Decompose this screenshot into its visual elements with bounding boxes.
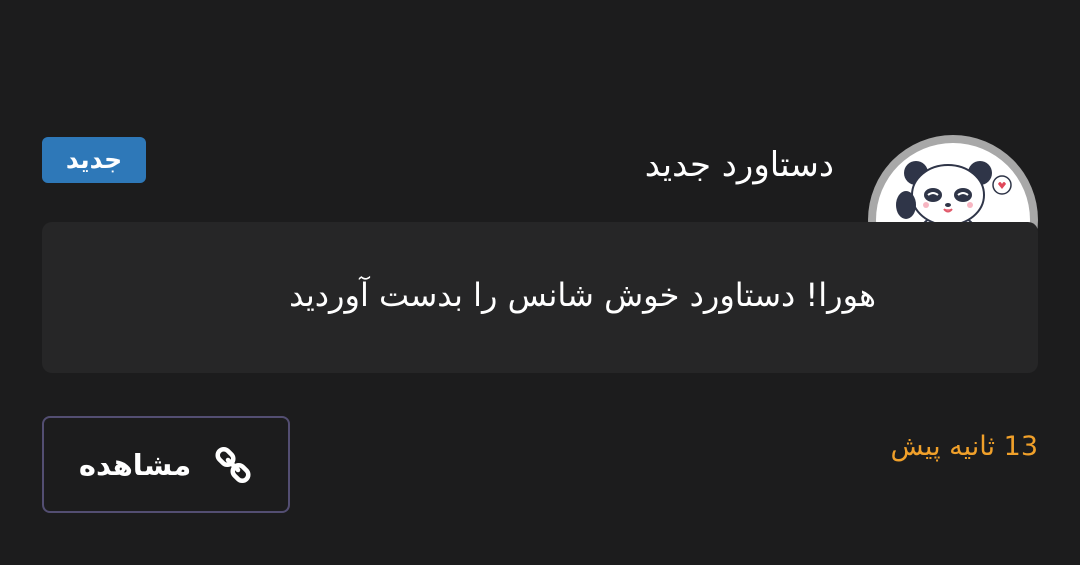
view-button[interactable]: مشاهده: [42, 416, 290, 513]
new-badge: جدید: [42, 137, 146, 183]
notification-message: هورا! دستاورد خوش شانس را بدست آوردید: [289, 276, 876, 314]
timestamp: 13 ثانیه پیش: [890, 431, 1039, 462]
achievement-notification: دستاورد جدید جدید هورا! دستاورد خوش شانس…: [0, 0, 1080, 565]
notification-title: دستاورد جدید: [644, 145, 834, 185]
link-icon: [213, 445, 253, 485]
view-button-label: مشاهده: [78, 447, 192, 482]
